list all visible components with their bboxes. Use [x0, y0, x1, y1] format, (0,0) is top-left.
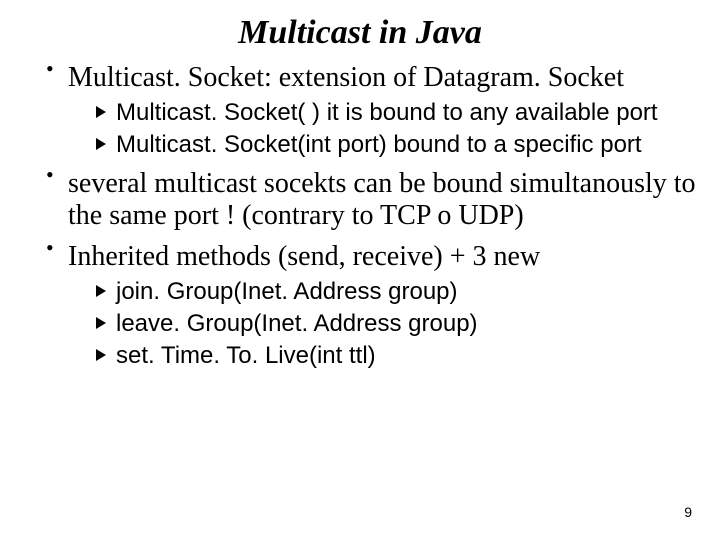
bullet-1-sublist: Multicast. Socket( ) it is bound to any … [68, 98, 696, 160]
bullet-list: Multicast. Socket: extension of Datagram… [24, 62, 696, 371]
bullet-3-sub-2-text: leave. Group(Inet. Address group) [116, 310, 478, 337]
bullet-3-sub-1-text: join. Group(Inet. Address group) [116, 278, 458, 305]
bullet-3-sublist: join. Group(Inet. Address group) leave. … [68, 277, 696, 371]
bullet-1-text: Multicast. Socket: extension of Datagram… [68, 62, 624, 93]
bullet-3-sub-2: leave. Group(Inet. Address group) [96, 309, 696, 339]
bullet-3-text: Inherited methods (send, receive) + 3 ne… [68, 241, 540, 272]
bullet-2: several multicast socekts can be bound s… [46, 168, 696, 232]
slide: Multicast in Java Multicast. Socket: ext… [0, 0, 720, 540]
bullet-1-sub-1-text: Multicast. Socket( ) it is bound to any … [116, 99, 658, 126]
bullet-1-sub-2-text: Multicast. Socket(int port) bound to a s… [116, 131, 642, 158]
bullet-3-sub-3-text: set. Time. To. Live(int ttl) [116, 342, 376, 369]
bullet-2-text: several multicast socekts can be bound s… [68, 168, 696, 231]
page-number: 9 [684, 504, 692, 520]
bullet-1: Multicast. Socket: extension of Datagram… [46, 62, 696, 160]
bullet-3: Inherited methods (send, receive) + 3 ne… [46, 241, 696, 371]
bullet-3-sub-1: join. Group(Inet. Address group) [96, 277, 696, 307]
bullet-1-sub-1: Multicast. Socket( ) it is bound to any … [96, 98, 696, 128]
bullet-3-sub-3: set. Time. To. Live(int ttl) [96, 341, 696, 371]
slide-title: Multicast in Java [24, 14, 696, 52]
bullet-1-sub-2: Multicast. Socket(int port) bound to a s… [96, 130, 696, 160]
